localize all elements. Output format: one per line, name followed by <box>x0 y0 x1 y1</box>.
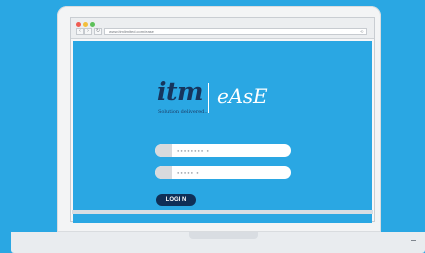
itm-logo: itm <box>157 77 204 106</box>
minimize-window-icon[interactable] <box>83 22 88 27</box>
browser-chrome: ‹ › ↻ www.itmlimited.com/ease ⟲ <box>71 18 374 39</box>
address-bar[interactable]: www.itmlimited.com/ease ⟲ <box>104 28 367 35</box>
user-icon <box>155 144 172 157</box>
trackpad-notch <box>189 232 258 239</box>
username-value: ●●●●●●●● ● <box>177 148 210 153</box>
password-field[interactable]: ●●●●● ● <box>155 166 291 179</box>
maximize-window-icon[interactable] <box>90 22 95 27</box>
address-bar-action-icon[interactable]: ⟲ <box>360 29 365 34</box>
login-button[interactable]: LOGI N <box>156 194 196 206</box>
forward-arrow-icon[interactable]: › <box>84 28 92 35</box>
laptop-base <box>11 232 425 253</box>
username-field[interactable]: ●●●●●●●● ● <box>155 144 291 157</box>
ease-logo: eAsE <box>217 84 268 108</box>
logo-divider <box>208 83 209 113</box>
page-viewport: itm Solution delivered... eAsE ●●●●●●●● … <box>73 41 372 223</box>
back-arrow-icon[interactable]: ‹ <box>76 28 84 35</box>
lock-icon <box>155 166 172 179</box>
browser-window: ‹ › ↻ www.itmlimited.com/ease ⟲ itm Solu… <box>70 17 375 223</box>
itm-tagline: Solution delivered... <box>158 109 210 115</box>
address-bar-text: www.itmlimited.com/ease <box>109 29 154 34</box>
close-window-icon[interactable] <box>76 22 81 27</box>
password-value: ●●●●● ● <box>177 170 200 175</box>
base-indicator-icon <box>411 240 416 241</box>
refresh-icon[interactable]: ↻ <box>94 28 102 35</box>
screen-bottom-bezel <box>72 210 373 214</box>
